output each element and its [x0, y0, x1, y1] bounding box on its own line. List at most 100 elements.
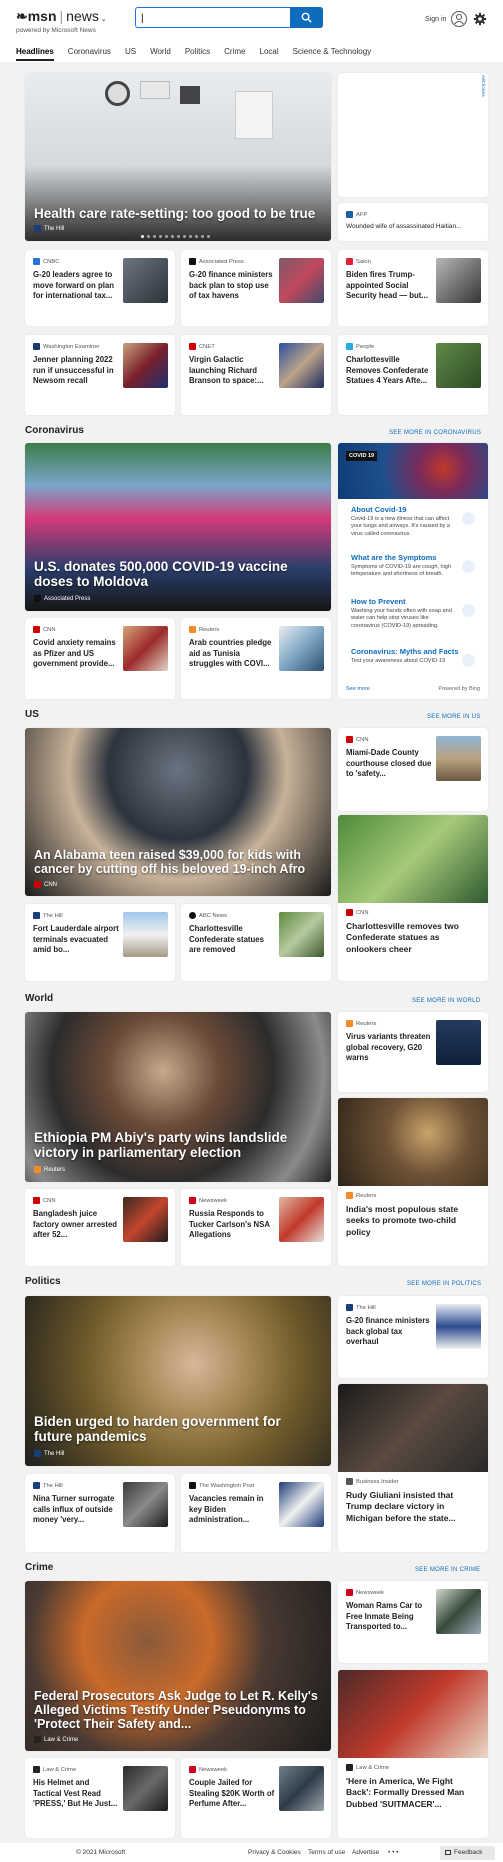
news-card[interactable]: The Hill Fort Lauderdale airport termina…	[25, 904, 175, 981]
card-title[interactable]: India's most populous state seeks to pro…	[346, 1204, 480, 1238]
card-title[interactable]: His Helmet and Tactical Vest Read 'PRESS…	[33, 1778, 119, 1810]
card-title[interactable]: Nina Turner surrogate calls influx of ou…	[33, 1494, 119, 1526]
reuters-icon	[346, 1020, 353, 1027]
signin-link[interactable]: Sign in	[425, 16, 446, 23]
coronavirus-hero-card[interactable]: U.S. donates 500,000 COVID-19 vaccine do…	[25, 443, 331, 611]
gear-icon[interactable]	[473, 12, 487, 26]
covid-item-about[interactable]: About Covid-19 Covid-19 is a new illness…	[345, 500, 481, 544]
card-title[interactable]: G-20 finance ministers back global tax o…	[346, 1316, 432, 1348]
nav-science-technology[interactable]: Science & Technology	[293, 47, 372, 61]
top-hero-card[interactable]: Health care rate-setting: too good to be…	[25, 73, 331, 241]
nav-local[interactable]: Local	[260, 47, 279, 61]
news-card[interactable]: Law & Crime 'Here in America, We Fight B…	[338, 1670, 488, 1838]
covid-info-panel: COVID 19 About Covid-19 Covid-19 is a ne…	[338, 443, 488, 699]
nav-world[interactable]: World	[150, 47, 171, 61]
card-title[interactable]: Charlottesville Removes Confederate Stat…	[346, 355, 432, 387]
see-more-coronavirus-link[interactable]: SEE MORE IN CORONAVIRUS	[389, 430, 481, 436]
carousel-dots[interactable]	[141, 235, 210, 238]
feedback-button[interactable]: Feedback	[440, 1846, 495, 1860]
hero-title[interactable]: An Alabama teen raised $39,000 for kids …	[34, 848, 322, 876]
card-title[interactable]: Arab countries pledge aid as Tunisia str…	[189, 638, 275, 670]
news-card[interactable]: Salon Biden fires Trump-appointed Social…	[338, 250, 488, 326]
terms-link[interactable]: Terms of use	[308, 1849, 345, 1856]
news-card[interactable]: Reuters Arab countries pledge aid as Tun…	[181, 618, 331, 699]
nav-politics[interactable]: Politics	[185, 47, 210, 61]
msn-logo[interactable]: ❧msn | news ⌄	[16, 8, 107, 25]
news-card[interactable]: People Charlottesville Removes Confedera…	[338, 335, 488, 415]
news-card[interactable]: CNBC G-20 leaders agree to move forward …	[25, 250, 175, 326]
search-button[interactable]	[290, 7, 323, 28]
more-options-icon[interactable]: • • •	[388, 1849, 398, 1856]
news-card[interactable]: CNN Covid anxiety remains as Pfizer and …	[25, 618, 175, 699]
news-card[interactable]: The Hill Nina Turner surrogate calls inf…	[25, 1474, 175, 1552]
covid-item-prevent[interactable]: How to Prevent Washing your hands often …	[345, 592, 481, 638]
card-title[interactable]: Wounded wife of assassinated Haitian...	[346, 223, 462, 232]
card-title[interactable]: Covid anxiety remains as Pfizer and US g…	[33, 638, 119, 670]
privacy-link[interactable]: Privacy & Cookies	[248, 1849, 301, 1856]
see-more-crime-link[interactable]: SEE MORE IN CRIME	[415, 1567, 480, 1573]
nav-us[interactable]: US	[125, 47, 136, 61]
card-title[interactable]: Charlottesville removes two Confederate …	[346, 921, 480, 955]
see-more-world-link[interactable]: SEE MORE IN WORLD	[412, 998, 480, 1004]
news-card[interactable]: CNN Miami-Dade County courthouse closed …	[338, 728, 488, 811]
news-card[interactable]: CNET Virgin Galactic launching Richard B…	[181, 335, 331, 415]
card-title[interactable]: G-20 leaders agree to move forward on pl…	[33, 270, 119, 302]
law-and-crime-icon	[346, 1764, 353, 1771]
card-title[interactable]: 'Here in America, We Fight Back': Formal…	[346, 1776, 480, 1810]
card-title[interactable]: Biden fires Trump-appointed Social Secur…	[346, 270, 432, 302]
politics-hero-card[interactable]: Biden urged to harden government for fut…	[25, 1296, 331, 1466]
us-hero-card[interactable]: An Alabama teen raised $39,000 for kids …	[25, 728, 331, 896]
hero-title[interactable]: U.S. donates 500,000 COVID-19 vaccine do…	[34, 559, 322, 589]
hero-title[interactable]: Federal Prosecutors Ask Judge to Let R. …	[34, 1689, 322, 1731]
crime-hero-card[interactable]: Federal Prosecutors Ask Judge to Let R. …	[25, 1581, 331, 1751]
see-more-politics-link[interactable]: SEE MORE IN POLITICS	[407, 1281, 481, 1287]
nav-headlines[interactable]: Headlines	[16, 47, 54, 61]
card-title[interactable]: Rudy Giuliani insisted that Trump declar…	[346, 1490, 480, 1524]
card-title[interactable]: Virgin Galactic launching Richard Branso…	[189, 355, 275, 387]
search-box[interactable]	[135, 7, 323, 28]
news-card[interactable]: Reuters Virus variants threaten global r…	[338, 1012, 488, 1092]
news-card[interactable]: Law & Crime His Helmet and Tactical Vest…	[25, 1758, 175, 1838]
news-card[interactable]: Newsweek Couple Jailed for Stealing $20K…	[181, 1758, 331, 1838]
news-card[interactable]: Washington Examiner Jenner planning 2022…	[25, 335, 175, 415]
news-card[interactable]: CNN Bangladesh juice factory owner arres…	[25, 1189, 175, 1266]
news-card[interactable]: ABC News Charlottesville Confederate sta…	[181, 904, 331, 981]
nav-crime[interactable]: Crime	[224, 47, 245, 61]
news-card[interactable]: The Washington Post Vacancies remain in …	[181, 1474, 331, 1552]
card-title[interactable]: Russia Responds to Tucker Carlson's NSA …	[189, 1209, 275, 1241]
news-card[interactable]: Associated Press G-20 finance ministers …	[181, 250, 331, 326]
see-more-us-link[interactable]: SEE MORE IN US	[427, 714, 481, 720]
card-title[interactable]: Miami-Dade County courthouse closed due …	[346, 748, 432, 780]
ad-card[interactable]: AdChoices	[338, 73, 488, 197]
world-hero-card[interactable]: Ethiopia PM Abiy's party wins landslide …	[25, 1012, 331, 1182]
advertise-link[interactable]: Advertise	[352, 1849, 379, 1856]
news-card[interactable]: The Hill G-20 finance ministers back glo…	[338, 1296, 488, 1378]
search-input[interactable]	[136, 9, 286, 28]
covid-item-symptoms[interactable]: What are the Symptoms Symptoms of COVID-…	[345, 548, 481, 588]
news-card[interactable]: Newsweek Russia Responds to Tucker Carls…	[181, 1189, 331, 1266]
covid-item-myths[interactable]: Coronavirus: Myths and Facts Test your a…	[345, 642, 481, 680]
ad-choices-label[interactable]: AdChoices	[481, 75, 486, 97]
news-card[interactable]: Business Insider Rudy Giuliani insisted …	[338, 1384, 488, 1552]
cnbc-icon	[33, 258, 40, 265]
hero-title[interactable]: Biden urged to harden government for fut…	[34, 1414, 322, 1444]
nav-coronavirus[interactable]: Coronavirus	[68, 47, 111, 61]
avatar-icon[interactable]	[451, 11, 467, 27]
card-title[interactable]: Couple Jailed for Stealing $20K Worth of…	[189, 1778, 275, 1810]
card-title[interactable]: Virus variants threaten global recovery,…	[346, 1032, 432, 1064]
news-card[interactable]: Reuters India's most populous state seek…	[338, 1098, 488, 1266]
card-title[interactable]: Bangladesh juice factory owner arrested …	[33, 1209, 119, 1241]
card-title[interactable]: Jenner planning 2022 run if unsuccessful…	[33, 355, 119, 387]
hero-title[interactable]: Health care rate-setting: too good to be…	[34, 206, 322, 221]
card-title[interactable]: G-20 finance ministers back plan to stop…	[189, 270, 275, 302]
covid-badge: COVID 19	[346, 451, 378, 461]
news-card[interactable]: Newsweek Woman Rams Car to Free Inmate B…	[338, 1581, 488, 1663]
covid-see-more-link[interactable]: See more	[346, 686, 370, 692]
card-title[interactable]: Woman Rams Car to Free Inmate Being Tran…	[346, 1601, 432, 1633]
card-title[interactable]: Charlottesville Confederate statues are …	[189, 924, 275, 956]
news-card[interactable]: AFP Wounded wife of assassinated Haitian…	[338, 203, 488, 241]
hero-title[interactable]: Ethiopia PM Abiy's party wins landslide …	[34, 1130, 322, 1160]
card-title[interactable]: Vacancies remain in key Biden administra…	[189, 1494, 275, 1526]
news-card[interactable]: CNN Charlottesville removes two Confeder…	[338, 815, 488, 981]
card-title[interactable]: Fort Lauderdale airport terminals evacua…	[33, 924, 119, 956]
